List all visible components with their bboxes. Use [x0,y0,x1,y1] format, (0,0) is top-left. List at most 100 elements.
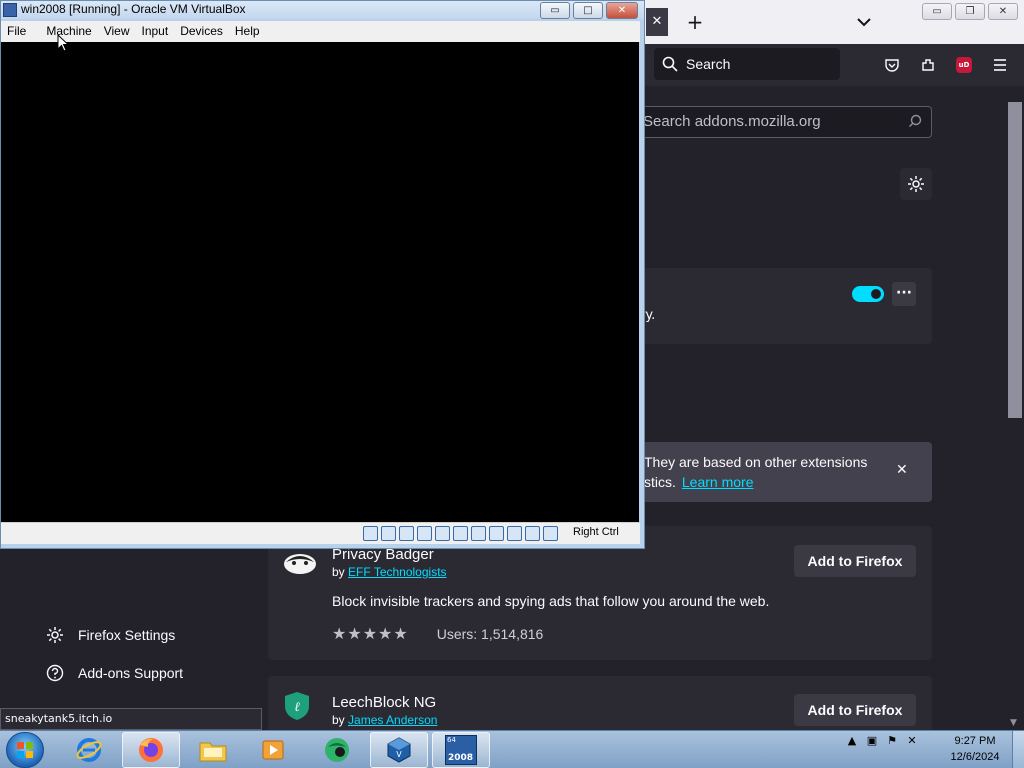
extension-enable-toggle[interactable] [852,286,884,302]
taskbar-windows-explorer[interactable] [184,732,242,768]
extension-meta: ★★★★★ Users: 1,514,816 [332,624,543,644]
extension-name: LeechBlock NG [332,694,437,711]
tab-close-button[interactable]: ✕ [646,8,668,36]
scroll-down-arrow-icon[interactable]: ▼ [1010,718,1017,728]
ublock-origin-icon[interactable]: uD [951,52,977,78]
display-icon[interactable] [471,526,486,541]
taskbar-virtualbox[interactable]: V [370,732,428,768]
taskbar-media-player[interactable] [244,732,302,768]
recording-icon[interactable] [489,526,504,541]
menu-help[interactable]: Help [229,21,266,42]
add-to-firefox-button[interactable]: Add to Firefox [794,545,916,577]
notice-close-button[interactable]: ✕ [896,462,908,478]
start-button[interactable] [6,732,44,768]
vm-icon-label: 2008 [448,753,474,763]
search-icon [909,107,923,148]
firefox-icon [139,738,163,762]
windows-logo-icon [17,742,33,758]
vm-window-title: win2008 [Running] - Oracle VM VirtualBox [21,2,246,16]
vm-title-bar[interactable]: win2008 [Running] - Oracle VM VirtualBox… [1,1,644,19]
network-tray-icon[interactable]: ▣ [864,733,880,749]
search-icon [662,56,678,72]
gear-icon [47,627,63,643]
minimize-button[interactable]: ▭ [922,3,952,20]
taskbar-firefox[interactable] [122,732,180,768]
show-desktop-button[interactable] [1012,731,1024,768]
windows-taskbar: V 64 2008 ▲ ▣ ⚑ ✕ 9:27 PM 12/6/2024 [0,730,1024,768]
notice-line-1: They are based on other extensions [644,454,868,470]
firefox-settings-link[interactable]: Firefox Settings [46,626,175,644]
mouse-integration-icon[interactable] [525,526,540,541]
amo-search-placeholder: Search addons.mozilla.org [643,113,821,130]
menu-view[interactable]: View [98,21,136,42]
clock-date: 12/6/2024 [950,751,1000,763]
vm-icon-label-64: 64 [447,736,456,744]
keyboard-capture-icon[interactable] [543,526,558,541]
new-tab-button[interactable]: + [684,8,706,36]
add-to-firefox-button[interactable]: Add to Firefox [794,694,916,726]
extension-description: Block invisible trackers and spying ads … [332,593,770,609]
notice-line-2: stics. [644,474,676,490]
help-icon [46,664,64,682]
virtualbox-vm-window: win2008 [Running] - Oracle VM VirtualBox… [0,0,645,549]
virtualbox-app-icon [3,3,17,17]
extension-more-options-button[interactable]: ··· [892,282,916,306]
firefox-window-controls: ▭ ❐ ✕ [922,3,1018,20]
menu-file[interactable]: File [1,21,32,42]
network-icon[interactable] [417,526,432,541]
amo-search-input[interactable]: Search addons.mozilla.org [630,106,932,138]
mouse-cursor-icon [57,34,69,52]
win2008-vm-icon: 64 2008 [445,735,477,765]
action-center-flag-icon[interactable]: ⚑ [884,733,900,749]
restore-button[interactable]: ❐ [955,3,985,20]
learn-more-link[interactable]: Learn more [682,474,754,490]
green-globe-icon [325,738,349,762]
addons-support-label: Add-ons Support [78,665,184,681]
link-status-url: sneakytank5.itch.io [0,708,262,730]
show-hidden-icons-arrow-icon[interactable]: ▲ [844,733,860,749]
menu-devices[interactable]: Devices [174,21,229,42]
vm-device-indicators [363,526,558,541]
leechblock-icon: ℓ [282,690,318,726]
menu-machine[interactable]: Machine [40,21,97,42]
vm-close-button[interactable]: ✕ [606,2,638,19]
optical-drive-icon[interactable] [381,526,396,541]
taskbar-green-globe-app[interactable] [308,732,366,768]
page-scrollbar[interactable]: ▼ [1006,94,1024,730]
vm-display[interactable] [1,42,639,522]
menu-input[interactable]: Input [136,21,175,42]
hamburger-menu-icon[interactable] [987,52,1013,78]
extensions-icon[interactable] [915,52,941,78]
taskbar-internet-explorer[interactable] [60,732,118,768]
ublock-badge: uD [956,57,972,73]
tools-for-addons-button[interactable] [900,168,932,200]
rating-stars: ★★★★★ [332,626,409,643]
user-count: Users: 1,514,816 [436,626,544,642]
author-link[interactable]: EFF Technologists [348,565,447,579]
chevron-down-icon [857,18,871,27]
taskbar-win2008-vm[interactable]: 64 2008 [432,732,490,768]
volume-muted-icon[interactable]: ✕ [904,733,920,749]
vm-status-bar: Right Ctrl [1,522,640,544]
system-clock[interactable]: 9:27 PM 12/6/2024 [942,733,1008,765]
list-all-tabs-button[interactable] [852,8,876,36]
author-link[interactable]: James Anderson [348,713,437,727]
shared-folders-icon[interactable] [453,526,468,541]
extension-author-line: by James Anderson [332,713,437,727]
author-prefix: by [332,713,345,727]
vm-minimize-button[interactable]: ▭ [540,2,570,19]
hard-disk-icon[interactable] [363,526,378,541]
vm-maximize-button[interactable]: □ [573,2,603,19]
host-key-label: Right Ctrl [573,526,619,538]
close-button[interactable]: ✕ [988,3,1018,20]
scrollbar-thumb[interactable] [1008,102,1022,418]
usb-icon[interactable] [435,526,450,541]
toolbar-search-field[interactable]: Search [654,48,840,80]
vt-x-icon[interactable] [507,526,522,541]
notification-area: ▲ ▣ ⚑ ✕ [844,733,920,749]
audio-icon[interactable] [399,526,414,541]
clock-time: 9:27 PM [954,735,996,747]
internet-explorer-icon [76,738,102,762]
pocket-icon[interactable] [879,52,905,78]
addons-support-link[interactable]: Add-ons Support [46,664,183,682]
